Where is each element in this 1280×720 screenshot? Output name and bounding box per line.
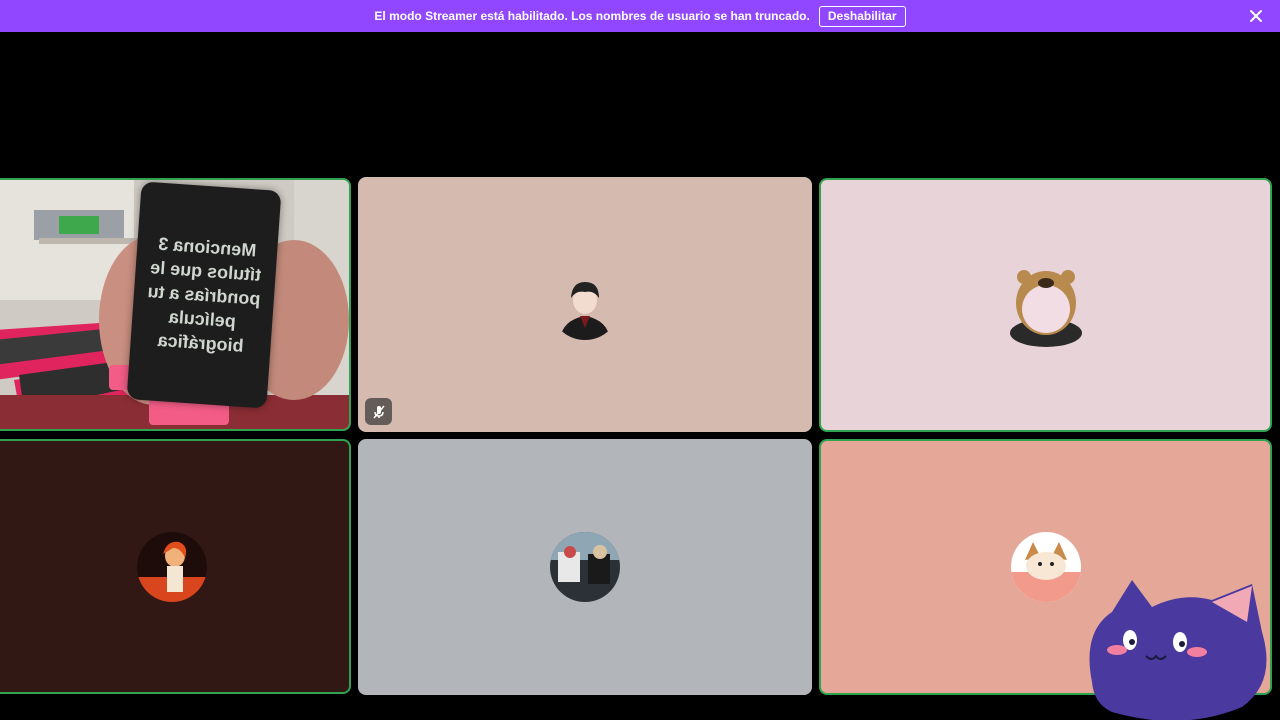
avatar (1004, 263, 1088, 347)
avatar (550, 532, 620, 602)
video-tile-participant-2[interactable] (358, 177, 812, 432)
question-card: Menciona 3 títulos que le pondrías a tu … (126, 181, 282, 409)
camera-feed: Menciona 3 títulos que le pondrías a tu … (0, 180, 349, 429)
streamer-mode-banner: El modo Streamer está habilitado. Los no… (0, 0, 1280, 32)
avatar (1010, 532, 1081, 602)
video-tile-participant-5[interactable] (358, 439, 812, 695)
video-tile-camera[interactable]: Menciona 3 títulos que le pondrías a tu … (0, 178, 351, 431)
mic-muted-icon (365, 398, 392, 425)
avatar (136, 531, 207, 602)
cat-mascot-overlay (1072, 572, 1272, 720)
video-grid: Menciona 3 títulos que le pondrías a tu … (0, 32, 1280, 720)
video-tile-participant-3[interactable] (819, 178, 1272, 432)
close-icon[interactable] (1248, 8, 1264, 24)
question-card-text: Menciona 3 títulos que le pondrías a tu … (146, 233, 262, 356)
streamer-mode-message: El modo Streamer está habilitado. Los no… (374, 9, 810, 23)
avatar (550, 269, 620, 340)
disable-streamer-mode-button[interactable]: Deshabilitar (818, 5, 906, 27)
video-tile-participant-4[interactable] (0, 439, 351, 694)
